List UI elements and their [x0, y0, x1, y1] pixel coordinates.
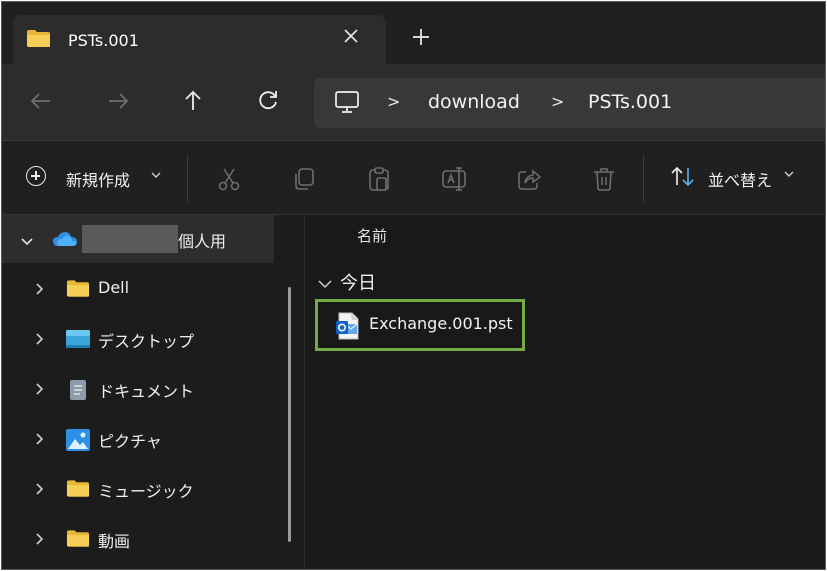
chevron-right-icon[interactable] — [35, 481, 45, 500]
chevron-right-icon[interactable] — [35, 281, 45, 300]
navigation-bar: > download > PSTs.001 — [2, 64, 825, 140]
plus-circle-icon — [26, 166, 46, 186]
tab-strip: PSTs.001 — [2, 2, 825, 67]
sidebar-item-videos[interactable]: 動画 — [2, 515, 274, 563]
chevron-down-icon — [151, 169, 161, 182]
onedrive-icon — [52, 230, 78, 252]
desktop-icon — [66, 329, 90, 353]
pictures-icon — [66, 429, 90, 455]
sidebar-item-onedrive[interactable]: 個人用 — [2, 215, 274, 263]
plus-icon[interactable] — [412, 26, 430, 50]
outlook-pst-icon — [336, 312, 360, 344]
folder-icon — [66, 479, 90, 502]
breadcrumb-separator: > — [387, 92, 401, 111]
sidebar-item-desktop[interactable]: デスクトップ — [2, 315, 274, 363]
chevron-right-icon[interactable] — [35, 531, 45, 550]
toolbar-separator — [187, 155, 188, 203]
file-name: Exchange.001.pst — [369, 314, 513, 333]
navigation-pane: 個人用 Dell デスクトップ ドキュメント ピクチャ ミュージック 動画 — [2, 215, 304, 569]
chevron-right-icon[interactable] — [35, 381, 45, 400]
file-explorer-window: PSTs.001 > download > PSTs.001 新規作成 並べ替え… — [1, 1, 826, 570]
copy-icon[interactable] — [291, 166, 317, 196]
folder-icon — [26, 29, 51, 48]
sidebar-item-dell[interactable]: Dell — [2, 265, 274, 313]
arrow-right-icon[interactable] — [105, 88, 135, 116]
redacted-account-name — [82, 225, 178, 253]
chevron-down-icon[interactable] — [20, 232, 34, 251]
tab-psts[interactable]: PSTs.001 — [13, 15, 386, 67]
sidebar-item-label: ミュージック — [98, 482, 194, 501]
chevron-right-icon[interactable] — [35, 331, 45, 350]
folder-icon — [66, 529, 90, 552]
close-icon[interactable] — [343, 25, 359, 49]
toolbar-separator — [643, 155, 644, 203]
sidebar-item-pictures[interactable]: ピクチャ — [2, 415, 274, 463]
command-bar: 新規作成 並べ替え — [2, 141, 825, 215]
arrow-left-icon[interactable] — [28, 88, 58, 116]
sidebar-item-label: 個人用 — [178, 232, 227, 251]
sidebar-item-label: 動画 — [98, 532, 131, 551]
cut-icon[interactable] — [216, 166, 242, 196]
sidebar-item-label: デスクトップ — [98, 332, 195, 351]
sort-label: 並べ替え — [708, 171, 773, 190]
group-label: 今日 — [340, 273, 376, 294]
breadcrumb-psts[interactable]: PSTs.001 — [588, 91, 672, 113]
chevron-right-icon[interactable] — [35, 431, 45, 450]
refresh-icon[interactable] — [255, 88, 285, 116]
sidebar-item-music[interactable]: ミュージック — [2, 465, 274, 513]
chevron-down-icon[interactable] — [318, 274, 332, 293]
sidebar-item-label: ドキュメント — [98, 382, 195, 401]
delete-icon[interactable] — [591, 166, 617, 196]
arrow-up-icon[interactable] — [180, 88, 210, 116]
sort-icon — [670, 165, 696, 193]
sidebar-item-label: ピクチャ — [98, 432, 162, 451]
file-item[interactable]: Exchange.001.pst — [315, 299, 525, 351]
paste-icon[interactable] — [366, 166, 392, 196]
computer-icon[interactable] — [334, 90, 360, 118]
document-icon — [69, 379, 87, 405]
address-bar[interactable]: > download > PSTs.001 — [314, 78, 825, 128]
share-icon[interactable] — [516, 166, 542, 196]
rename-icon[interactable] — [441, 166, 469, 196]
column-header-name[interactable]: 名前 — [357, 225, 387, 246]
chevron-down-icon — [784, 168, 794, 181]
file-list: 名前 今日 Exchange.001.pst — [305, 215, 825, 569]
sidebar-scrollbar[interactable] — [288, 287, 291, 542]
sidebar-item-label: Dell — [98, 278, 130, 297]
new-label: 新規作成 — [66, 171, 131, 190]
folder-icon — [66, 279, 90, 302]
breadcrumb-download[interactable]: download — [428, 91, 520, 113]
sidebar-item-documents[interactable]: ドキュメント — [2, 365, 274, 413]
tab-title: PSTs.001 — [68, 31, 139, 50]
breadcrumb-separator: > — [551, 92, 565, 111]
